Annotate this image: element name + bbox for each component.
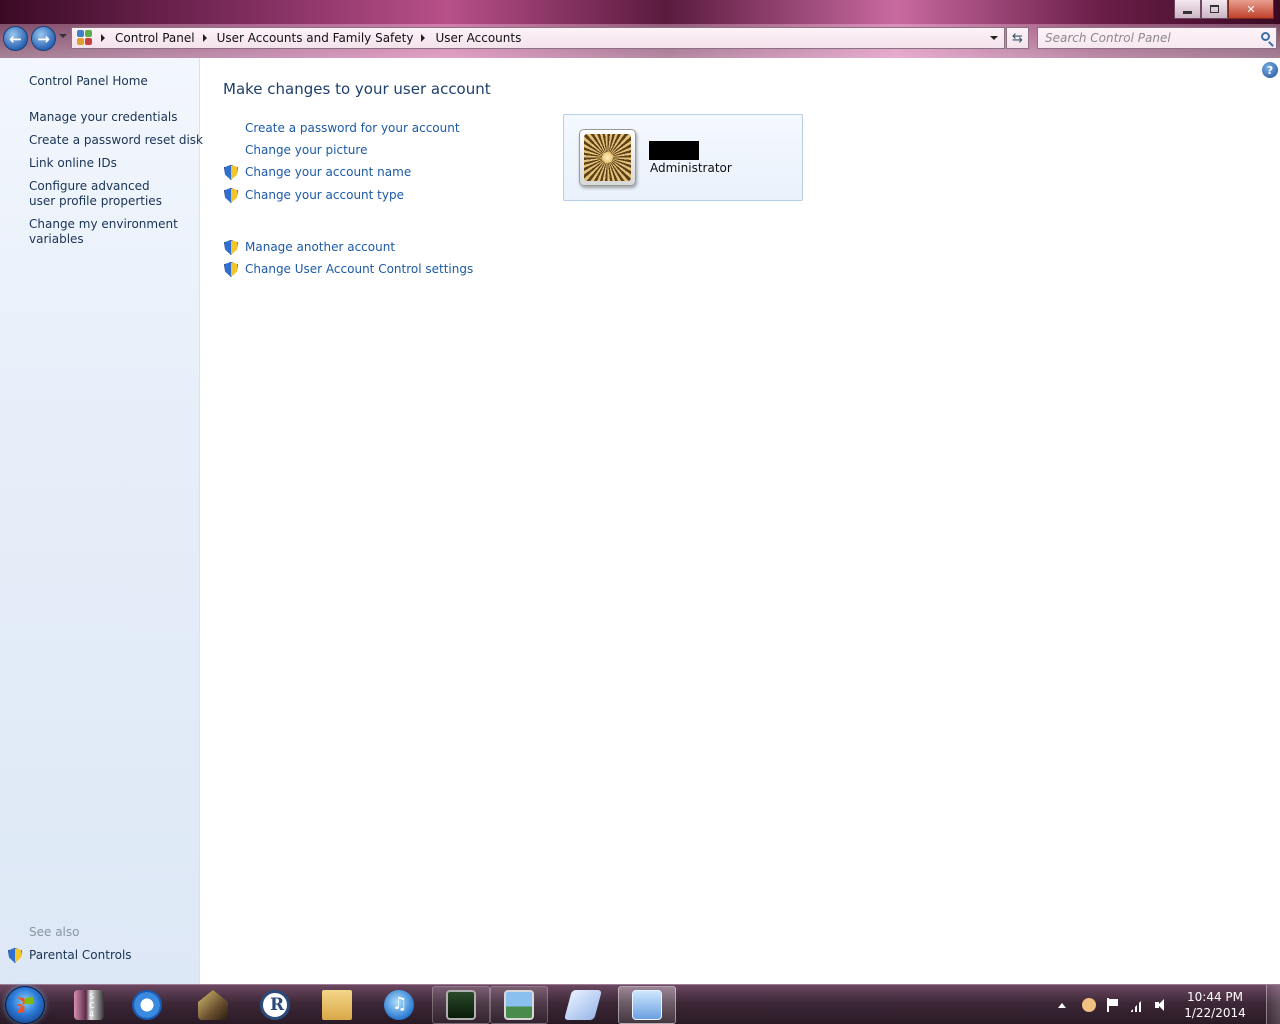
runescape-icon <box>260 990 290 1020</box>
sidebar-parental-controls[interactable]: Parental Controls <box>29 948 132 962</box>
photo-viewer-icon <box>504 990 534 1020</box>
see-also-heading: See also <box>29 925 80 939</box>
uac-shield-icon <box>224 262 238 278</box>
uac-shield-icon <box>8 948 22 964</box>
taskbar-game[interactable] <box>184 986 242 1024</box>
sidebar: Control Panel Home Manage your credentia… <box>0 58 203 984</box>
taskbar-control-panel[interactable] <box>618 986 676 1024</box>
sidebar-change-environment-variables[interactable]: Change my environment variables <box>29 217 179 247</box>
restore-icon <box>1210 5 1219 13</box>
control-panel-icon <box>632 990 662 1020</box>
task-create-password[interactable]: Create a password for your account <box>245 121 460 135</box>
task-change-uac-settings[interactable]: Change User Account Control settings <box>245 262 473 276</box>
sidebar-link-online-ids[interactable]: Link online IDs <box>29 156 117 171</box>
taskbar-notepad[interactable] <box>554 986 612 1024</box>
uac-shield-icon <box>224 165 238 181</box>
clock[interactable]: 10:44 PM 1/22/2014 <box>1178 989 1252 1021</box>
task-change-picture[interactable]: Change your picture <box>245 143 367 157</box>
uac-shield-icon <box>224 188 238 204</box>
sidebar-manage-credentials[interactable]: Manage your credentials <box>29 110 178 125</box>
taskbar-simcity4[interactable]: SC4 <box>60 986 118 1024</box>
taskbar-task-manager[interactable] <box>432 986 490 1024</box>
close-button[interactable]: ✕ <box>1228 0 1274 19</box>
help-button[interactable]: ? <box>1262 62 1278 78</box>
refresh-button[interactable]: ⇆ <box>1006 27 1029 49</box>
itunes-icon <box>384 990 414 1020</box>
action-center-flag-icon[interactable] <box>1106 998 1120 1012</box>
volume-icon[interactable] <box>1154 998 1168 1012</box>
simcity4-icon: SC4 <box>74 990 104 1020</box>
uac-shield-icon <box>224 240 238 256</box>
forward-button[interactable]: → <box>31 26 56 51</box>
sidebar-configure-profile-properties[interactable]: Configure advanced user profile properti… <box>29 179 179 209</box>
start-button[interactable] <box>5 986 45 1024</box>
tray-app-icon[interactable] <box>1082 998 1096 1012</box>
task-change-account-type[interactable]: Change your account type <box>245 188 404 202</box>
search-box[interactable] <box>1037 27 1277 49</box>
user-picture-icon <box>584 134 631 181</box>
taskbar-itunes[interactable] <box>370 986 428 1024</box>
breadcrumb-chevron-icon[interactable] <box>101 34 105 42</box>
account-card: Administrator <box>563 114 803 201</box>
recent-pages-dropdown[interactable] <box>59 34 67 38</box>
address-bar[interactable]: Control Panel User Accounts and Family S… <box>71 27 1005 49</box>
windows-explorer-icon <box>322 990 352 1020</box>
account-name-redacted <box>649 141 699 160</box>
taskbar-windows-explorer[interactable] <box>308 986 366 1024</box>
search-icon[interactable] <box>1261 32 1270 41</box>
address-dropdown-icon[interactable] <box>990 36 998 40</box>
notepad-icon <box>563 990 603 1020</box>
internet-explorer-icon <box>132 990 162 1020</box>
taskbar-runescape[interactable] <box>246 986 304 1024</box>
clock-date: 1/22/2014 <box>1184 1006 1246 1020</box>
taskbar-photo-viewer[interactable] <box>490 986 548 1024</box>
window-controls: ✕ <box>1174 0 1274 19</box>
minimize-icon <box>1183 10 1192 14</box>
breadcrumb-chevron-icon[interactable] <box>202 34 207 42</box>
taskbar-internet-explorer[interactable] <box>118 986 176 1024</box>
back-button[interactable]: ← <box>3 26 28 51</box>
account-type-label: Administrator <box>650 161 732 175</box>
minimize-button[interactable] <box>1174 0 1201 19</box>
sc4-label: SC4 <box>89 992 95 1019</box>
search-input[interactable] <box>1038 28 1238 48</box>
system-tray: 10:44 PM 1/22/2014 <box>1058 985 1280 1024</box>
sidebar-create-password-reset-disk[interactable]: Create a password reset disk <box>29 133 203 148</box>
breadcrumb-user-accounts[interactable]: User Accounts <box>435 31 521 45</box>
show-desktop-button[interactable] <box>1266 985 1280 1024</box>
page-title: Make changes to your user account <box>223 80 491 98</box>
breadcrumb-control-panel[interactable]: Control Panel <box>115 31 195 45</box>
control-panel-icon <box>77 30 93 46</box>
task-manager-icon <box>446 990 476 1020</box>
game-icon <box>198 990 228 1020</box>
taskbar: SC4 10:44 PM 1/22/2014 <box>0 984 1280 1024</box>
sidebar-control-panel-home[interactable]: Control Panel Home <box>29 74 148 89</box>
avatar[interactable] <box>579 129 636 186</box>
task-change-account-name[interactable]: Change your account name <box>245 165 411 179</box>
network-signal-icon[interactable] <box>1130 998 1144 1012</box>
breadcrumb-user-accounts-family-safety[interactable]: User Accounts and Family Safety <box>217 31 414 45</box>
breadcrumb-chevron-icon[interactable] <box>421 34 426 42</box>
restore-button[interactable] <box>1201 0 1228 19</box>
show-hidden-icons-icon[interactable] <box>1058 1002 1066 1008</box>
clock-time: 10:44 PM <box>1187 990 1243 1004</box>
task-manage-another-account[interactable]: Manage another account <box>245 240 395 254</box>
